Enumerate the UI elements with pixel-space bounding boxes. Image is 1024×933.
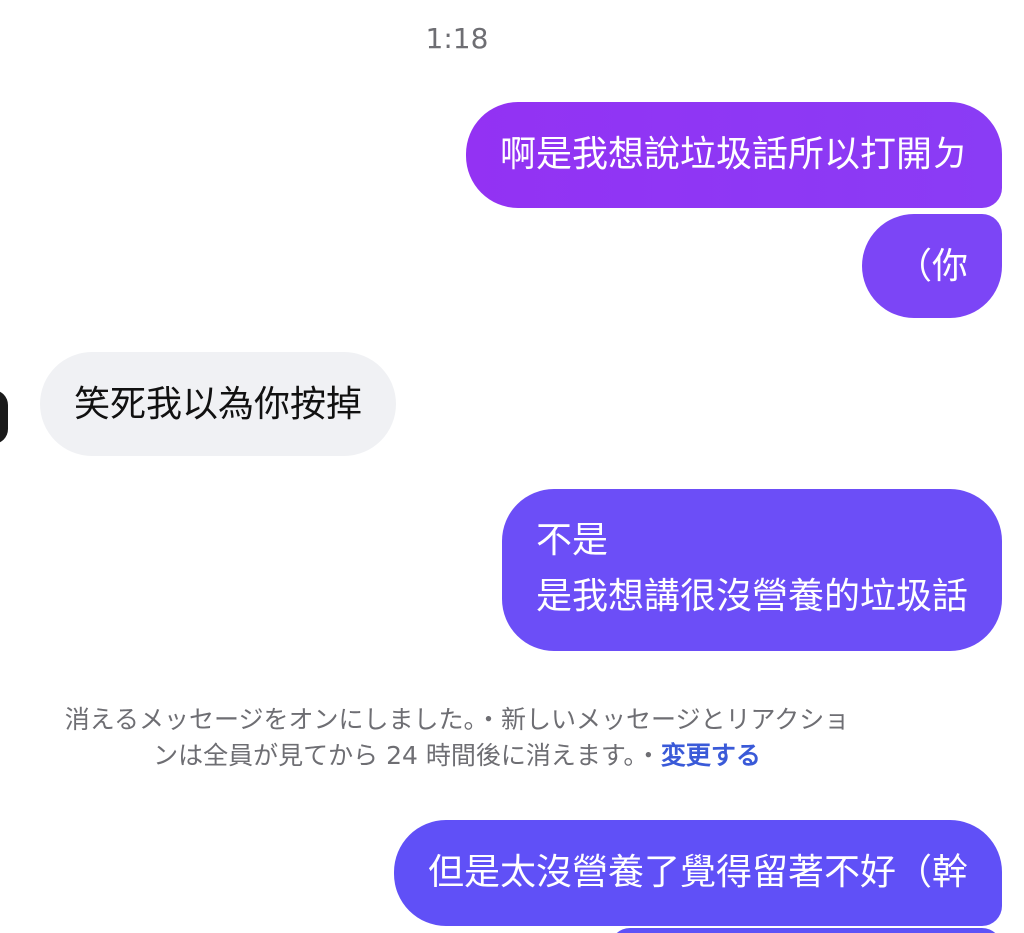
outgoing-message-bubble[interactable]: 不是 是我想講很沒營養的垃圾話	[501, 489, 1002, 651]
message-text-line-2: 是我想講很沒營養的垃圾話	[535, 576, 968, 617]
message-text: 啊是我想說垃圾話所以打開ㄉ	[499, 134, 968, 175]
notice-text-line-2: ンは全員が見てから 24 時間後に消えます。・	[153, 741, 661, 770]
notice-text-line-1: 消えるメッセージをオンにしました。・新しいメッセージとリアクショ	[64, 705, 850, 734]
change-settings-link[interactable]: 変更する	[661, 741, 761, 770]
outgoing-message-bubble[interactable]: 但是太沒營養了覺得留著不好（幹	[393, 820, 1002, 926]
outgoing-message-bubble[interactable]: 啊是我想說垃圾話所以打開ㄉ	[465, 102, 1002, 208]
message-text: （你	[895, 246, 968, 287]
incoming-message-bubble[interactable]: 笑死我以為你按掉	[40, 352, 397, 456]
message-timestamp: 1:18	[425, 22, 489, 55]
message-text-line-1: 不是	[535, 520, 608, 561]
message-text: 但是太沒營養了覺得留著不好（幹	[427, 852, 968, 893]
next-message-bubble-partial[interactable]	[610, 928, 1002, 933]
chat-thread: 1:18 啊是我想說垃圾話所以打開ㄉ （你 笑死我以為你按掉 不是 是我想講很沒…	[0, 0, 1024, 933]
disappearing-messages-notice: 消えるメッセージをオンにしました。・新しいメッセージとリアクショ ンは全員が見て…	[0, 702, 914, 774]
sender-avatar[interactable]	[0, 390, 8, 444]
outgoing-message-bubble[interactable]: （你	[861, 214, 1002, 318]
message-text: 笑死我以為你按掉	[74, 384, 363, 425]
